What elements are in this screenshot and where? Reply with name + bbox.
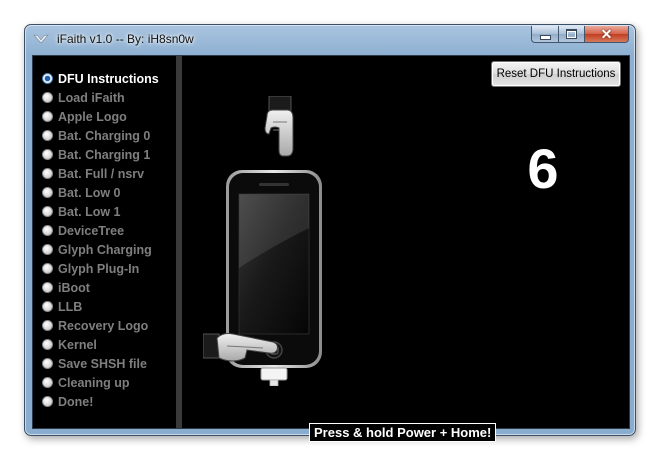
step-item[interactable]: Bat. Low 1: [42, 202, 159, 221]
radio-button-icon[interactable]: [42, 301, 53, 312]
app-window: iFaith v1.0 -- By: iH8sn0w ✕ DFU Instruc…: [24, 24, 636, 442]
step-label: Bat. Low 1: [58, 204, 121, 219]
step-label: Bat. Low 0: [58, 185, 121, 200]
radio-button-icon[interactable]: [42, 130, 53, 141]
maximize-button[interactable]: [558, 26, 584, 43]
step-item[interactable]: Load iFaith: [42, 88, 159, 107]
minimize-button[interactable]: [531, 26, 558, 43]
step-item[interactable]: Cleaning up: [42, 373, 159, 392]
step-item[interactable]: Bat. Charging 1: [42, 145, 159, 164]
reset-dfu-instructions-button[interactable]: Reset DFU Instructions: [491, 61, 621, 87]
step-label: LLB: [58, 299, 83, 314]
step-label: Cleaning up: [58, 375, 130, 390]
usb-cable-icon: [260, 367, 288, 386]
title-bar[interactable]: iFaith v1.0 -- By: iH8sn0w ✕: [25, 25, 635, 55]
radio-button-icon[interactable]: [42, 396, 53, 407]
step-item[interactable]: Bat. Charging 0: [42, 126, 159, 145]
step-item[interactable]: Glyph Plug-In: [42, 259, 159, 278]
radio-button-icon[interactable]: [42, 92, 53, 103]
step-label: Kernel: [58, 337, 97, 352]
step-item[interactable]: LLB: [42, 297, 159, 316]
device-illustration: [203, 96, 322, 386]
minimize-icon: [539, 34, 551, 40]
step-item[interactable]: Done!: [42, 392, 159, 411]
step-item[interactable]: iBoot: [42, 278, 159, 297]
step-label: Save SHSH file: [58, 356, 147, 371]
step-sidebar: DFU Instructions Load iFaith Apple Logo Bat…: [33, 56, 175, 428]
window-title: iFaith v1.0 -- By: iH8sn0w: [57, 32, 194, 46]
countdown-number: 6: [527, 137, 559, 200]
radio-button-icon[interactable]: [42, 358, 53, 369]
radio-button-icon[interactable]: [42, 111, 53, 122]
step-label: Glyph Charging: [58, 242, 152, 257]
radio-button-icon[interactable]: [42, 73, 53, 84]
step-list: DFU Instructions Load iFaith Apple Logo Bat…: [42, 69, 159, 411]
radio-button-icon[interactable]: [42, 168, 53, 179]
radio-button-icon[interactable]: [42, 263, 53, 274]
radio-button-icon[interactable]: [42, 339, 53, 350]
maximize-icon: [566, 29, 577, 39]
step-item[interactable]: Recovery Logo: [42, 316, 159, 335]
window-controls: ✕: [531, 26, 629, 44]
step-label: Glyph Plug-In: [58, 261, 140, 276]
radio-button-icon[interactable]: [42, 187, 53, 198]
step-label: Bat. Charging 0: [58, 128, 151, 143]
radio-button-icon[interactable]: [42, 377, 53, 388]
radio-button-icon[interactable]: [42, 320, 53, 331]
radio-button-icon[interactable]: [42, 244, 53, 255]
step-label: Apple Logo: [58, 109, 127, 124]
step-label: Recovery Logo: [58, 318, 149, 333]
close-button[interactable]: ✕: [584, 26, 629, 43]
step-item[interactable]: Bat. Full / nsrv: [42, 164, 159, 183]
step-item[interactable]: Save SHSH file: [42, 354, 159, 373]
instruction-text: Press & hold Power + Home!: [309, 423, 497, 442]
step-item[interactable]: Glyph Charging: [42, 240, 159, 259]
radio-button-icon[interactable]: [42, 282, 53, 293]
step-label: Bat. Full / nsrv: [58, 166, 145, 181]
step-item[interactable]: DeviceTree: [42, 221, 159, 240]
close-icon: ✕: [600, 26, 613, 42]
client-area: DFU Instructions Load iFaith Apple Logo Bat…: [32, 55, 630, 442]
step-label: Done!: [58, 394, 94, 409]
sidebar-divider: [176, 56, 182, 428]
power-hand-icon: [264, 96, 294, 157]
step-label: DeviceTree: [58, 223, 125, 238]
step-label: Bat. Charging 1: [58, 147, 151, 162]
step-label: iBoot: [58, 280, 90, 295]
step-item[interactable]: Apple Logo: [42, 107, 159, 126]
step-label: Load iFaith: [58, 90, 125, 105]
radio-button-icon[interactable]: [42, 149, 53, 160]
step-item[interactable]: Bat. Low 0: [42, 183, 159, 202]
step-label: DFU Instructions: [58, 71, 159, 86]
radio-button-icon[interactable]: [42, 206, 53, 217]
step-item[interactable]: DFU Instructions: [42, 69, 159, 88]
app-icon: [33, 34, 49, 44]
radio-button-icon[interactable]: [42, 225, 53, 236]
step-item[interactable]: Kernel: [42, 335, 159, 354]
